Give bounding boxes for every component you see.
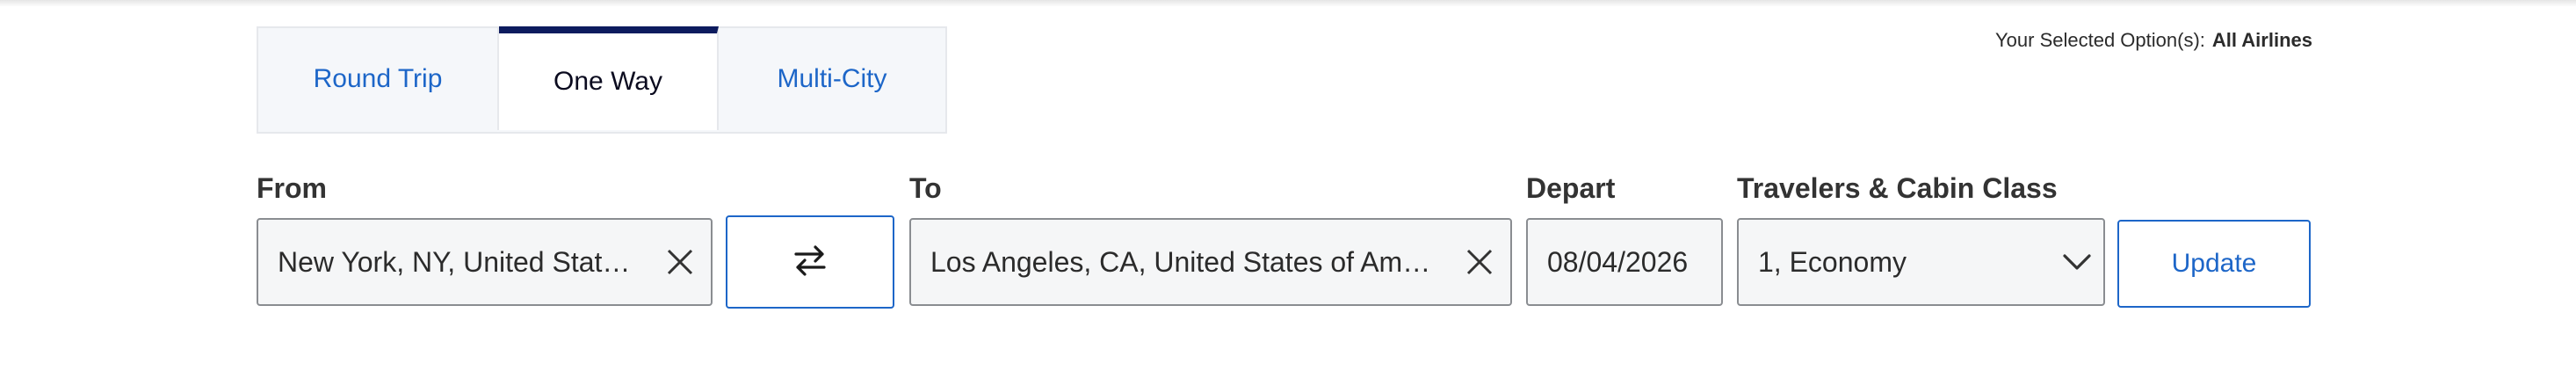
close-icon[interactable]: [1449, 220, 1510, 304]
swap-icon: [791, 243, 829, 282]
travelers-label: Travelers & Cabin Class: [1737, 172, 2058, 204]
to-field[interactable]: Los Angeles, CA, United States of Am…: [909, 218, 1512, 306]
depart-date-field[interactable]: 08/04/2026: [1526, 218, 1723, 306]
depart-label: Depart: [1526, 172, 1616, 204]
depart-date-value[interactable]: 08/04/2026: [1528, 246, 1721, 279]
from-field[interactable]: New York, NY, United Stat…: [257, 218, 713, 306]
update-button[interactable]: Update: [2117, 220, 2311, 308]
to-label: To: [909, 172, 942, 204]
tab-multi-city[interactable]: Multi-City: [719, 28, 945, 130]
swap-button[interactable]: [726, 215, 894, 309]
tab-round-trip[interactable]: Round Trip: [258, 28, 499, 130]
to-input-value[interactable]: Los Angeles, CA, United States of Am…: [911, 246, 1449, 279]
selected-options: Your Selected Option(s): All Airlines: [1995, 29, 2312, 52]
close-icon[interactable]: [649, 220, 711, 304]
from-input-value[interactable]: New York, NY, United Stat…: [258, 246, 649, 279]
trip-type-tabs: Round Trip One Way Multi-City: [257, 26, 947, 134]
selected-options-value: All Airlines: [2211, 29, 2312, 51]
travelers-cabin-value[interactable]: 1, Economy: [1739, 246, 2051, 279]
travelers-cabin-select[interactable]: 1, Economy: [1737, 218, 2105, 306]
from-label: From: [257, 172, 327, 204]
top-shadow: [0, 0, 2576, 7]
chevron-down-icon: [2051, 220, 2103, 304]
tab-one-way[interactable]: One Way: [499, 26, 719, 130]
selected-options-label: Your Selected Option(s):: [1995, 29, 2205, 51]
